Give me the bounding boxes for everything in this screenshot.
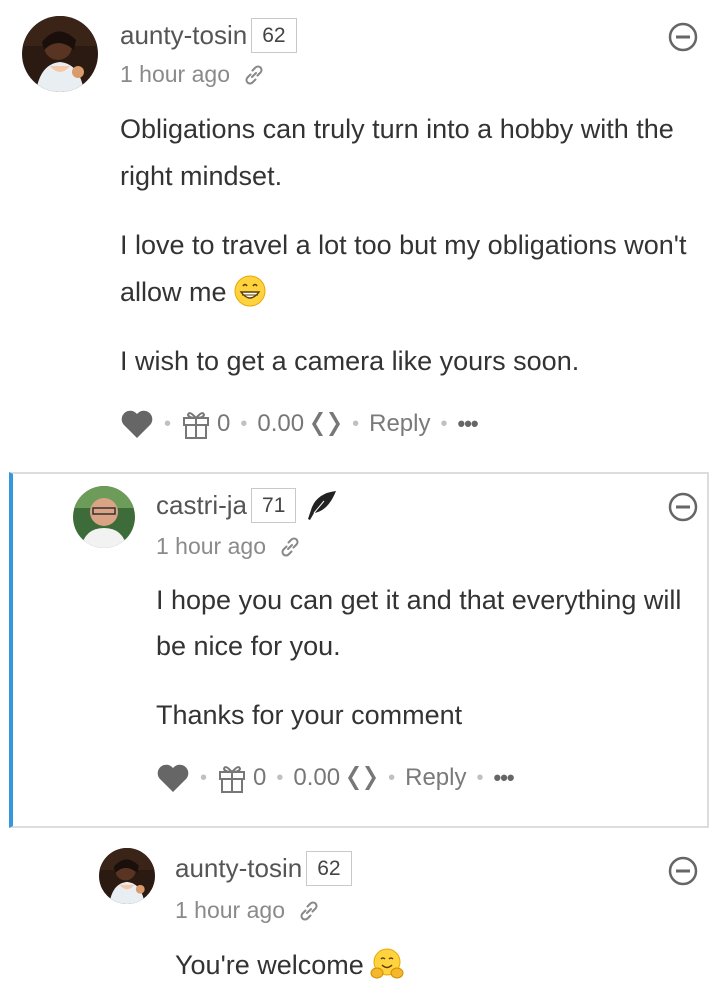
gift-icon[interactable]: [217, 762, 247, 794]
gift-count: 0: [253, 764, 267, 791]
separator: •: [440, 412, 448, 435]
feather-icon: [304, 489, 338, 523]
comment-aunty-tosin-1: aunty-tosin 62 1 hour ago Obligations ca…: [0, 0, 720, 470]
comment-actions: • 0 • 0.00 • Reply • •••: [120, 408, 479, 440]
comment-body: I hope you can get it and that everythin…: [156, 577, 696, 738]
author-name[interactable]: aunty-tosin: [120, 20, 247, 51]
minus-circle-icon[interactable]: [668, 492, 698, 522]
hugging-face-icon: [370, 947, 404, 981]
gift-count: 0: [217, 410, 231, 437]
author-name[interactable]: castri-ja: [156, 490, 247, 521]
comment-actions: • 0 • 0.00 • Reply • •••: [156, 762, 515, 794]
hive-icon: [346, 764, 378, 792]
heart-icon[interactable]: [120, 408, 154, 440]
comment-paragraph: Thanks for your comment: [156, 700, 463, 730]
reputation-badge: 62: [306, 851, 352, 886]
minus-circle-icon[interactable]: [668, 22, 698, 52]
avatar[interactable]: [22, 16, 98, 92]
hive-icon: [310, 410, 342, 438]
heart-icon[interactable]: [156, 762, 190, 794]
payout-value[interactable]: 0.00: [257, 410, 304, 438]
comment-paragraph-text: You're welcome: [175, 950, 364, 980]
grinning-face-icon: [233, 274, 267, 308]
comment-paragraph: I wish to get a camera like yours soon.: [120, 346, 580, 376]
comment-paragraph-text: I love to travel a lot too but my obliga…: [120, 230, 687, 307]
separator: •: [352, 412, 360, 435]
minus-circle-icon[interactable]: [668, 856, 698, 886]
separator: •: [388, 766, 396, 789]
separator: •: [200, 766, 208, 789]
comment-castri-ja: castri-ja 71 1 hour ago I hope you can g…: [0, 470, 720, 830]
comment-paragraph: You're welcome: [175, 942, 695, 988]
avatar[interactable]: [99, 848, 155, 904]
reputation-badge: 62: [251, 18, 297, 53]
timestamp[interactable]: 1 hour ago: [120, 61, 230, 88]
reply-link[interactable]: Reply: [369, 410, 430, 438]
gift-icon[interactable]: [181, 408, 211, 440]
comment-aunty-tosin-2: aunty-tosin 62 1 hour ago You're welcome: [0, 832, 720, 988]
link-icon[interactable]: [278, 535, 302, 559]
link-icon[interactable]: [297, 899, 321, 923]
avatar[interactable]: [73, 486, 135, 548]
comment-body: You're welcome: [175, 942, 695, 988]
more-options-button[interactable]: •••: [494, 765, 515, 791]
more-options-button[interactable]: •••: [458, 411, 479, 437]
payout-value[interactable]: 0.00: [293, 764, 340, 792]
link-icon[interactable]: [242, 63, 266, 87]
reply-link[interactable]: Reply: [405, 764, 466, 792]
separator: •: [164, 412, 172, 435]
timestamp[interactable]: 1 hour ago: [175, 897, 285, 924]
separator: •: [276, 766, 284, 789]
comment-paragraph: Obligations can truly turn into a hobby …: [120, 114, 674, 191]
comment-paragraph: I hope you can get it and that everythin…: [156, 585, 682, 661]
comment-paragraph: I love to travel a lot too but my obliga…: [120, 222, 700, 316]
reputation-badge: 71: [251, 488, 297, 523]
separator: •: [240, 412, 248, 435]
author-name[interactable]: aunty-tosin: [175, 853, 302, 884]
separator: •: [476, 766, 484, 789]
comment-body: Obligations can truly turn into a hobby …: [120, 106, 700, 385]
timestamp[interactable]: 1 hour ago: [156, 533, 266, 560]
